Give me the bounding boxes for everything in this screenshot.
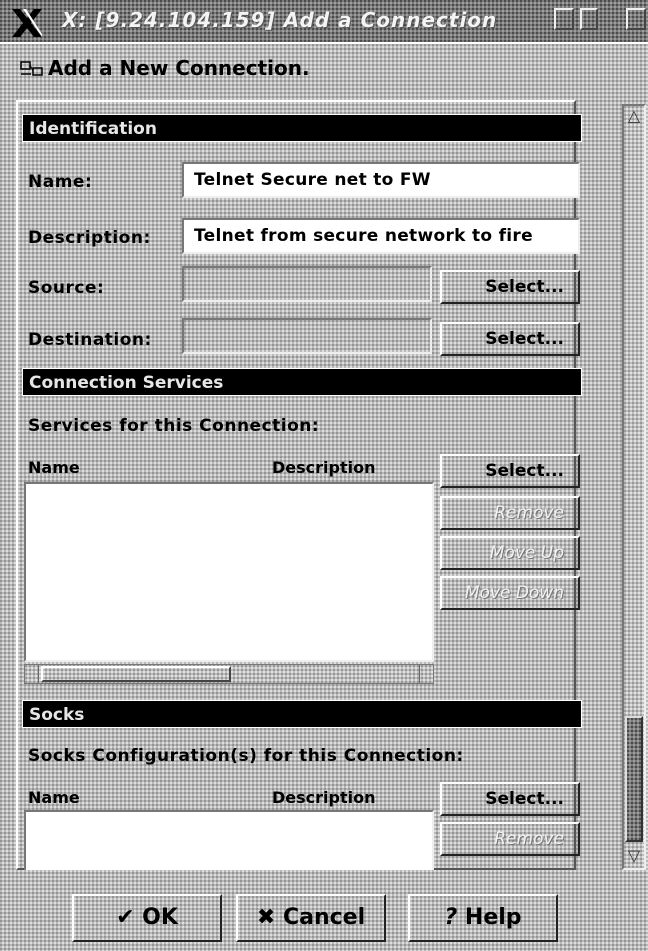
vscroll-thumb[interactable] [625,716,643,842]
services-list[interactable] [24,482,434,662]
socks-remove-button[interactable]: Remove [440,822,580,856]
question-mark-icon: ? [444,905,458,930]
destination-label: Destination: [28,330,152,350]
socks-col-name[interactable]: Name [28,788,80,807]
scroll-down-icon[interactable]: ▽ [624,846,644,868]
connection-services-header: Connection Services [22,368,582,396]
services-col-name[interactable]: Name [28,458,80,477]
socks-list[interactable] [24,810,434,870]
window-title: X: [9.24.104.159] Add a Connection [62,8,498,32]
help-button[interactable]: ? Help [408,894,558,942]
main-vscrollbar[interactable]: △ ▽ [622,104,646,870]
ok-label: OK [142,905,178,930]
scroll-right-icon[interactable] [419,665,433,683]
services-subtitle: Services for this Connection: [28,416,320,436]
source-label: Source: [28,278,105,298]
page-title: Add a New Connection. [48,56,310,80]
destination-select-button[interactable]: Select... [440,322,580,356]
scroll-up-icon[interactable]: △ [624,106,644,128]
socks-select-button[interactable]: Select... [440,782,580,816]
identification-header: Identification [22,114,582,142]
scroll-left-icon[interactable] [25,665,39,683]
maximize-icon[interactable] [554,8,574,30]
name-field[interactable]: Telnet Secure net to FW [182,162,580,198]
network-connection-icon [20,61,43,76]
description-field[interactable]: Telnet from secure network to fire [182,218,580,254]
checkmark-icon: ✔ [116,905,135,930]
destination-field[interactable] [182,318,432,354]
minimize-icon[interactable] [580,8,598,30]
cancel-button[interactable]: ✖ Cancel [236,894,386,942]
services-col-description[interactable]: Description [272,458,375,477]
socks-col-description[interactable]: Description [272,788,375,807]
services-move-up-button[interactable]: Move Up [440,536,580,570]
window-menu-icon[interactable] [626,8,646,30]
description-label: Description: [28,228,151,248]
socks-header: Socks [22,700,582,728]
services-hscrollbar[interactable] [24,664,434,684]
source-field[interactable] [182,266,432,302]
cancel-label: Cancel [282,905,366,930]
help-label: Help [464,905,522,930]
title-bar[interactable]: X: [9.24.104.159] Add a Connection [0,0,648,44]
x-logo-icon[interactable] [10,6,44,40]
socks-subtitle: Socks Configuration(s) for this Connecti… [28,746,464,766]
services-move-down-button[interactable]: Move Down [440,576,580,610]
services-select-button[interactable]: Select... [440,454,580,488]
name-label: Name: [28,172,93,192]
content-frame: Identification Name: Telnet Secure net t… [16,100,582,870]
scroll-thumb[interactable] [41,666,231,682]
source-select-button[interactable]: Select... [440,270,580,304]
services-remove-button[interactable]: Remove [440,496,580,530]
x-cancel-icon: ✖ [256,905,276,930]
ok-button[interactable]: ✔ OK [72,894,222,942]
